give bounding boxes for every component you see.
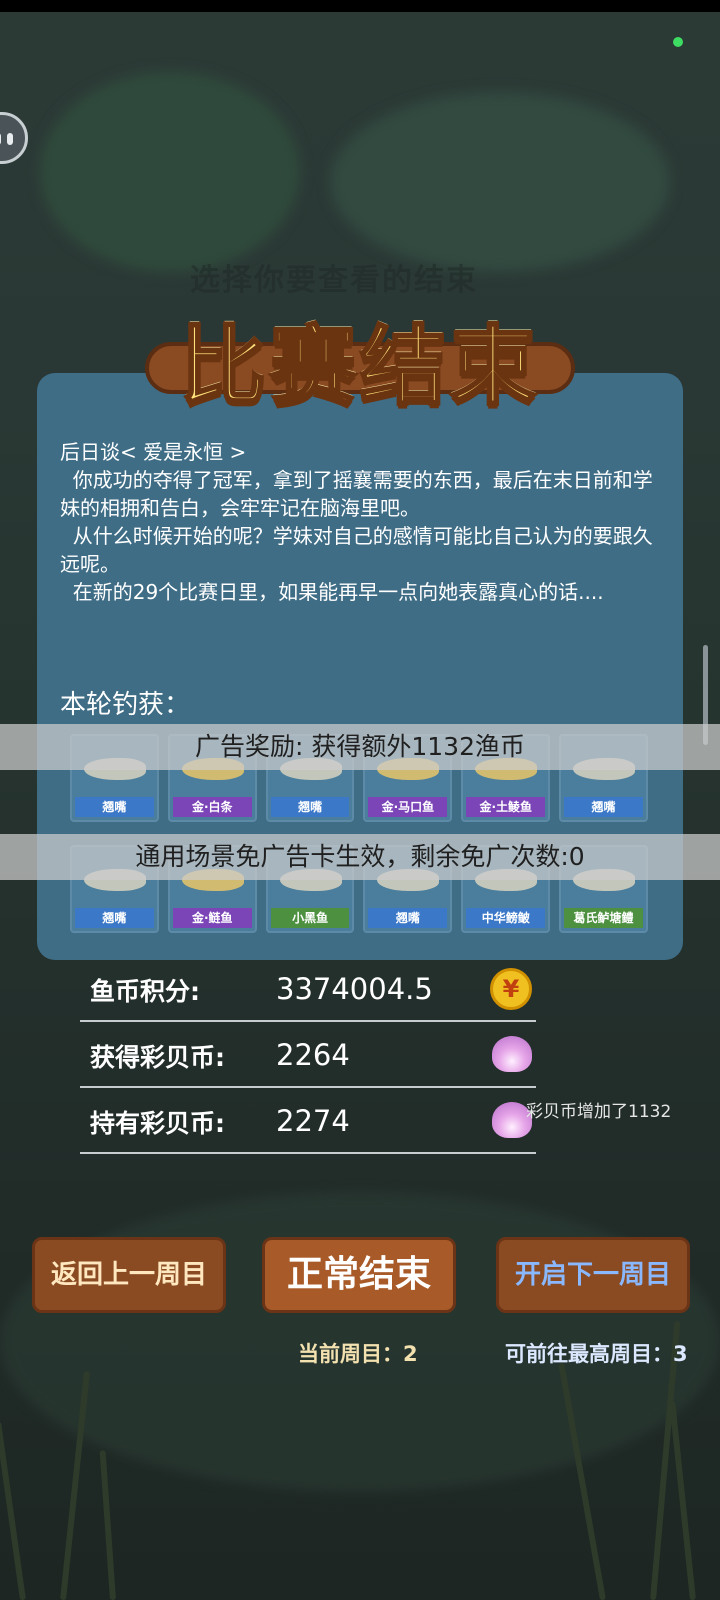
fish-points-label: 鱼币积分:: [90, 977, 200, 1006]
shell-gain-label: 获得彩贝币:: [90, 1043, 225, 1072]
fish-name: 中华鳑鲏: [466, 908, 546, 928]
eye-left-icon: [0, 133, 1, 145]
previous-round-button[interactable]: 返回上一周目: [32, 1237, 226, 1313]
background-title: 选择你要查看的结束: [190, 263, 478, 298]
status-bar: [0, 0, 720, 12]
shell-gain-value: 2264: [276, 1038, 350, 1072]
stats-table: 鱼币积分: 3374004.5 ¥ 获得彩贝币: 2264 持有彩贝币: 227…: [80, 956, 536, 1154]
epilogue-line: 从什么时候开始的呢？学妹对自己的感情可能比自己认为的要跟久远呢。: [60, 524, 653, 576]
fish-name: 翘嘴: [368, 908, 448, 928]
fish-name: 翘嘴: [75, 908, 154, 928]
ad-card-toast: 通用场景免广告卡生效，剩余免广次数:0: [0, 834, 720, 880]
epilogue-text: 后日谈< 爱是永恒 > 你成功的夺得了冠军，拿到了摇襄需要的东西，最后在末日前和…: [60, 438, 660, 606]
status-dot: [673, 37, 683, 47]
fish-name: 葛氏鲈塘鳢: [564, 908, 643, 928]
max-round-text: 可前往最高周目：3: [505, 1342, 688, 1366]
fish-points-value: 3374004.5: [276, 972, 433, 1006]
fish-points-row: 鱼币积分: 3374004.5 ¥: [80, 956, 536, 1022]
epilogue-line: 在新的29个比赛日里，如果能再早一点向她表露真心的话....: [60, 580, 604, 604]
normal-end-button[interactable]: 正常结束: [262, 1237, 456, 1313]
shell-hold-value: 2274: [276, 1104, 350, 1138]
shell-increase-note: 彩贝币增加了1132: [526, 1102, 672, 1122]
game-over-title: 比赛结束: [179, 316, 540, 419]
fish-name: 小黑鱼: [270, 908, 350, 928]
fish-name: 金·白条: [172, 797, 252, 817]
eye-right-icon: [7, 133, 13, 145]
fish-name: 翘嘴: [270, 797, 350, 817]
catch-label: 本轮钓获：: [60, 690, 191, 720]
fish-name: 金·鲢鱼: [172, 908, 252, 928]
ad-reward-toast: 广告奖励: 获得额外1132渔币: [0, 724, 720, 770]
shell-hold-row: 持有彩贝币: 2274: [80, 1088, 536, 1154]
fish-coin-icon: ¥: [490, 968, 532, 1010]
next-round-button[interactable]: 开启下一周目: [496, 1237, 690, 1313]
epilogue-line: 你成功的夺得了冠军，拿到了摇襄需要的东西，最后在末日前和学妹的相拥和告白，会牢牢…: [60, 468, 653, 520]
shell-hold-label: 持有彩贝币:: [90, 1109, 225, 1138]
shell-gain-row: 获得彩贝币: 2264: [80, 1022, 536, 1088]
epilogue-line: 后日谈< 爱是永恒 >: [60, 440, 247, 464]
shell-coin-icon: [492, 1036, 532, 1072]
current-round-text: 当前周目：2: [298, 1342, 418, 1366]
fish-name: 金·土鲮鱼: [466, 797, 546, 817]
fish-name: 金·马口鱼: [368, 797, 448, 817]
fish-name: 翘嘴: [75, 797, 154, 817]
fish-name: 翘嘴: [564, 797, 643, 817]
